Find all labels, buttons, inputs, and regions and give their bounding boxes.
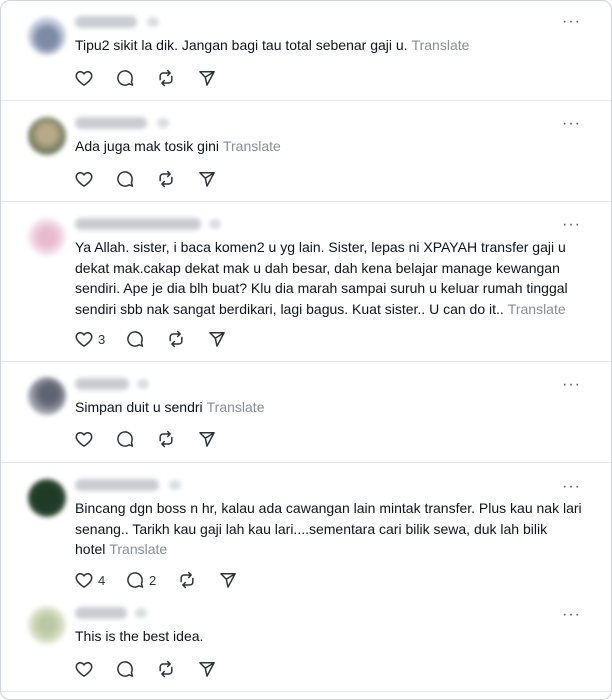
reply-text: This is the best idea. [75, 626, 595, 647]
share-button[interactable] [207, 328, 227, 350]
avatar[interactable] [28, 17, 66, 55]
share-button[interactable] [218, 569, 238, 591]
username-redacted[interactable] [75, 218, 201, 230]
translate-link[interactable]: Translate [412, 37, 470, 53]
share-button[interactable] [197, 428, 217, 450]
share-button[interactable] [197, 67, 217, 89]
timestamp-redacted [209, 219, 221, 229]
repost-icon [159, 69, 173, 87]
reply-text: Ada juga mak tosik gini Translate [75, 136, 595, 157]
reply-body: This is the best idea. [75, 628, 204, 644]
comment-icon [117, 70, 134, 86]
more-options-icon[interactable]: ··· [562, 479, 581, 495]
heart-icon [75, 573, 93, 588]
send-icon [199, 432, 215, 447]
username-redacted[interactable] [75, 16, 137, 28]
like-button[interactable]: 3 [74, 328, 105, 350]
reply-body: Ada juga mak tosik gini [75, 138, 219, 154]
reply-body: Tipu2 sikit la dik. Jangan bagi tau tota… [75, 37, 408, 53]
more-options-icon[interactable]: ··· [562, 116, 581, 132]
reply-item: ··· This is the best idea. [1, 596, 611, 692]
send-icon [199, 662, 215, 677]
timestamp-redacted [135, 608, 147, 618]
repost-button[interactable] [156, 428, 176, 450]
repost-button[interactable] [156, 67, 176, 89]
reply-item: ··· Ya Allah. sister, i baca komen2 u yg… [1, 202, 611, 362]
translate-link[interactable]: Translate [207, 399, 265, 415]
repost-icon [180, 571, 194, 589]
comment-button[interactable] [115, 67, 139, 89]
translate-link[interactable]: Translate [109, 541, 167, 557]
repost-icon [159, 170, 173, 188]
reply-item: ··· Simpan duit u sendri Translate [1, 362, 611, 463]
translate-link[interactable]: Translate [223, 138, 281, 154]
timestamp-redacted [169, 480, 181, 490]
comment-count: 2 [149, 572, 157, 588]
reply-item: ··· Ada juga mak tosik gini Translate [1, 101, 611, 202]
reply-body: Ya Allah. sister, i baca komen2 u yg lai… [75, 239, 568, 317]
reply-text: Tipu2 sikit la dik. Jangan bagi tau tota… [75, 35, 595, 56]
timestamp-redacted [137, 379, 149, 389]
heart-icon [75, 332, 93, 347]
like-button[interactable] [74, 658, 98, 680]
like-button[interactable]: 4 [74, 569, 105, 591]
repost-button[interactable] [166, 328, 186, 350]
avatar[interactable] [28, 377, 66, 415]
avatar[interactable] [28, 117, 66, 155]
comment-button[interactable]: 2 [125, 569, 156, 591]
repost-button[interactable] [156, 658, 176, 680]
reply-body: Simpan duit u sendri [75, 399, 203, 415]
reply-item: ··· Bincang dgn boss n hr, kalau ada caw… [1, 463, 611, 596]
reply-text: Bincang dgn boss n hr, kalau ada cawanga… [75, 498, 595, 560]
heart-icon [75, 662, 93, 677]
reply-item: ··· Tipu2 sikit la dik. Jangan bagi tau … [1, 1, 611, 101]
username-redacted[interactable] [75, 479, 159, 491]
repost-icon [159, 660, 173, 678]
like-button[interactable] [74, 67, 98, 89]
comment-button[interactable] [115, 658, 139, 680]
replies-panel: ··· Tipu2 sikit la dik. Jangan bagi tau … [0, 0, 612, 700]
comment-icon [117, 171, 134, 187]
heart-icon [75, 71, 93, 86]
username-redacted[interactable] [75, 607, 127, 619]
repost-icon [169, 330, 183, 348]
timestamp-redacted [157, 118, 169, 128]
like-count: 4 [98, 572, 106, 588]
comment-icon [117, 661, 134, 677]
avatar[interactable] [28, 606, 66, 644]
comment-button[interactable] [115, 428, 139, 450]
reply-text: Ya Allah. sister, i baca komen2 u yg lai… [75, 237, 595, 319]
send-icon [199, 172, 215, 187]
repost-button[interactable] [177, 569, 197, 591]
username-redacted[interactable] [75, 117, 147, 129]
like-count: 3 [98, 331, 106, 347]
reply-text: Simpan duit u sendri Translate [75, 397, 595, 418]
heart-icon [75, 172, 93, 187]
avatar[interactable] [28, 218, 66, 256]
more-options-icon[interactable]: ··· [562, 14, 581, 30]
like-button[interactable] [74, 168, 98, 190]
repost-button[interactable] [156, 168, 176, 190]
comment-button[interactable] [115, 168, 139, 190]
send-icon [220, 573, 236, 588]
send-icon [209, 332, 225, 347]
comment-icon [127, 572, 144, 588]
repost-icon [159, 430, 173, 448]
send-icon [199, 71, 215, 86]
comment-icon [127, 331, 144, 347]
timestamp-redacted [147, 17, 159, 27]
share-button[interactable] [197, 658, 217, 680]
avatar[interactable] [28, 479, 66, 517]
like-button[interactable] [74, 428, 98, 450]
heart-icon [75, 432, 93, 447]
username-redacted[interactable] [75, 378, 129, 390]
share-button[interactable] [197, 168, 217, 190]
more-options-icon[interactable]: ··· [562, 377, 581, 393]
comment-button[interactable] [125, 328, 149, 350]
more-options-icon[interactable]: ··· [562, 607, 581, 623]
more-options-icon[interactable]: ··· [562, 217, 581, 233]
comment-icon [117, 431, 134, 447]
translate-link[interactable]: Translate [508, 301, 566, 317]
